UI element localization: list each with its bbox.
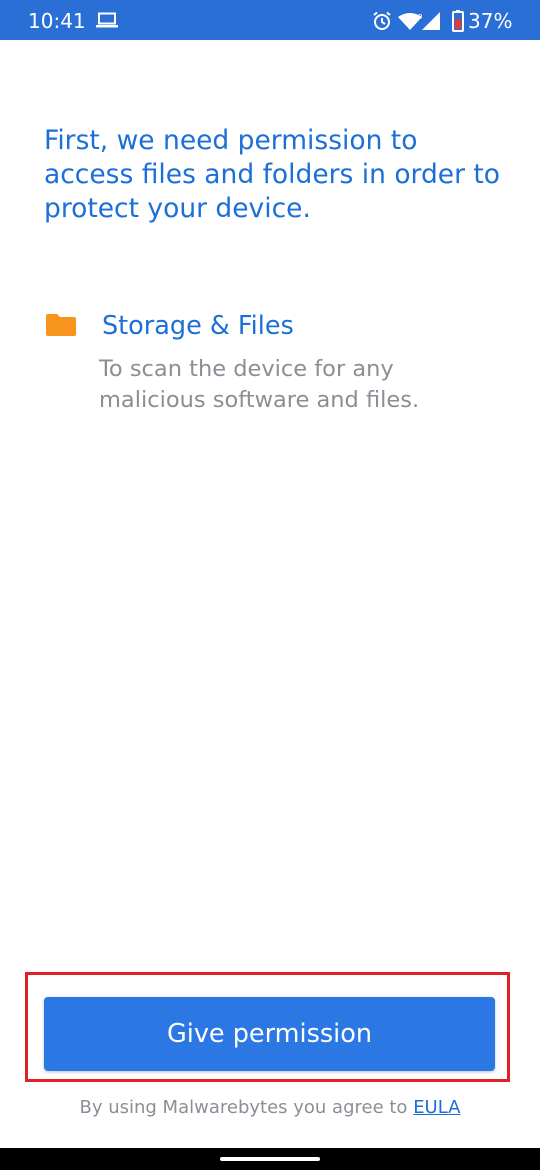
battery-percent: 37% bbox=[468, 9, 513, 33]
wifi-icon: R bbox=[398, 13, 422, 30]
permission-description: To scan the device for any malicious sof… bbox=[99, 356, 420, 413]
give-permission-button[interactable]: Give permission bbox=[44, 997, 495, 1071]
agreement-text: By using Malwarebytes you agree to EULA bbox=[0, 1096, 540, 1120]
folder-icon bbox=[46, 314, 76, 340]
agreement-label: By using Malwarebytes you agree to bbox=[79, 1097, 408, 1118]
page-heading: First, we need permission to access file… bbox=[44, 125, 501, 224]
laptop-icon bbox=[96, 12, 118, 32]
alarm-icon bbox=[373, 11, 391, 30]
status-time: 10:41 bbox=[28, 9, 86, 33]
status-bar: 10:41 R 37% bbox=[0, 0, 540, 40]
battery-icon bbox=[452, 10, 464, 32]
permission-title: Storage & Files bbox=[102, 311, 294, 341]
home-handle[interactable] bbox=[220, 1157, 320, 1161]
eula-link[interactable]: EULA bbox=[413, 1097, 460, 1118]
navigation-bar bbox=[0, 1148, 540, 1170]
signal-icon bbox=[422, 12, 440, 30]
